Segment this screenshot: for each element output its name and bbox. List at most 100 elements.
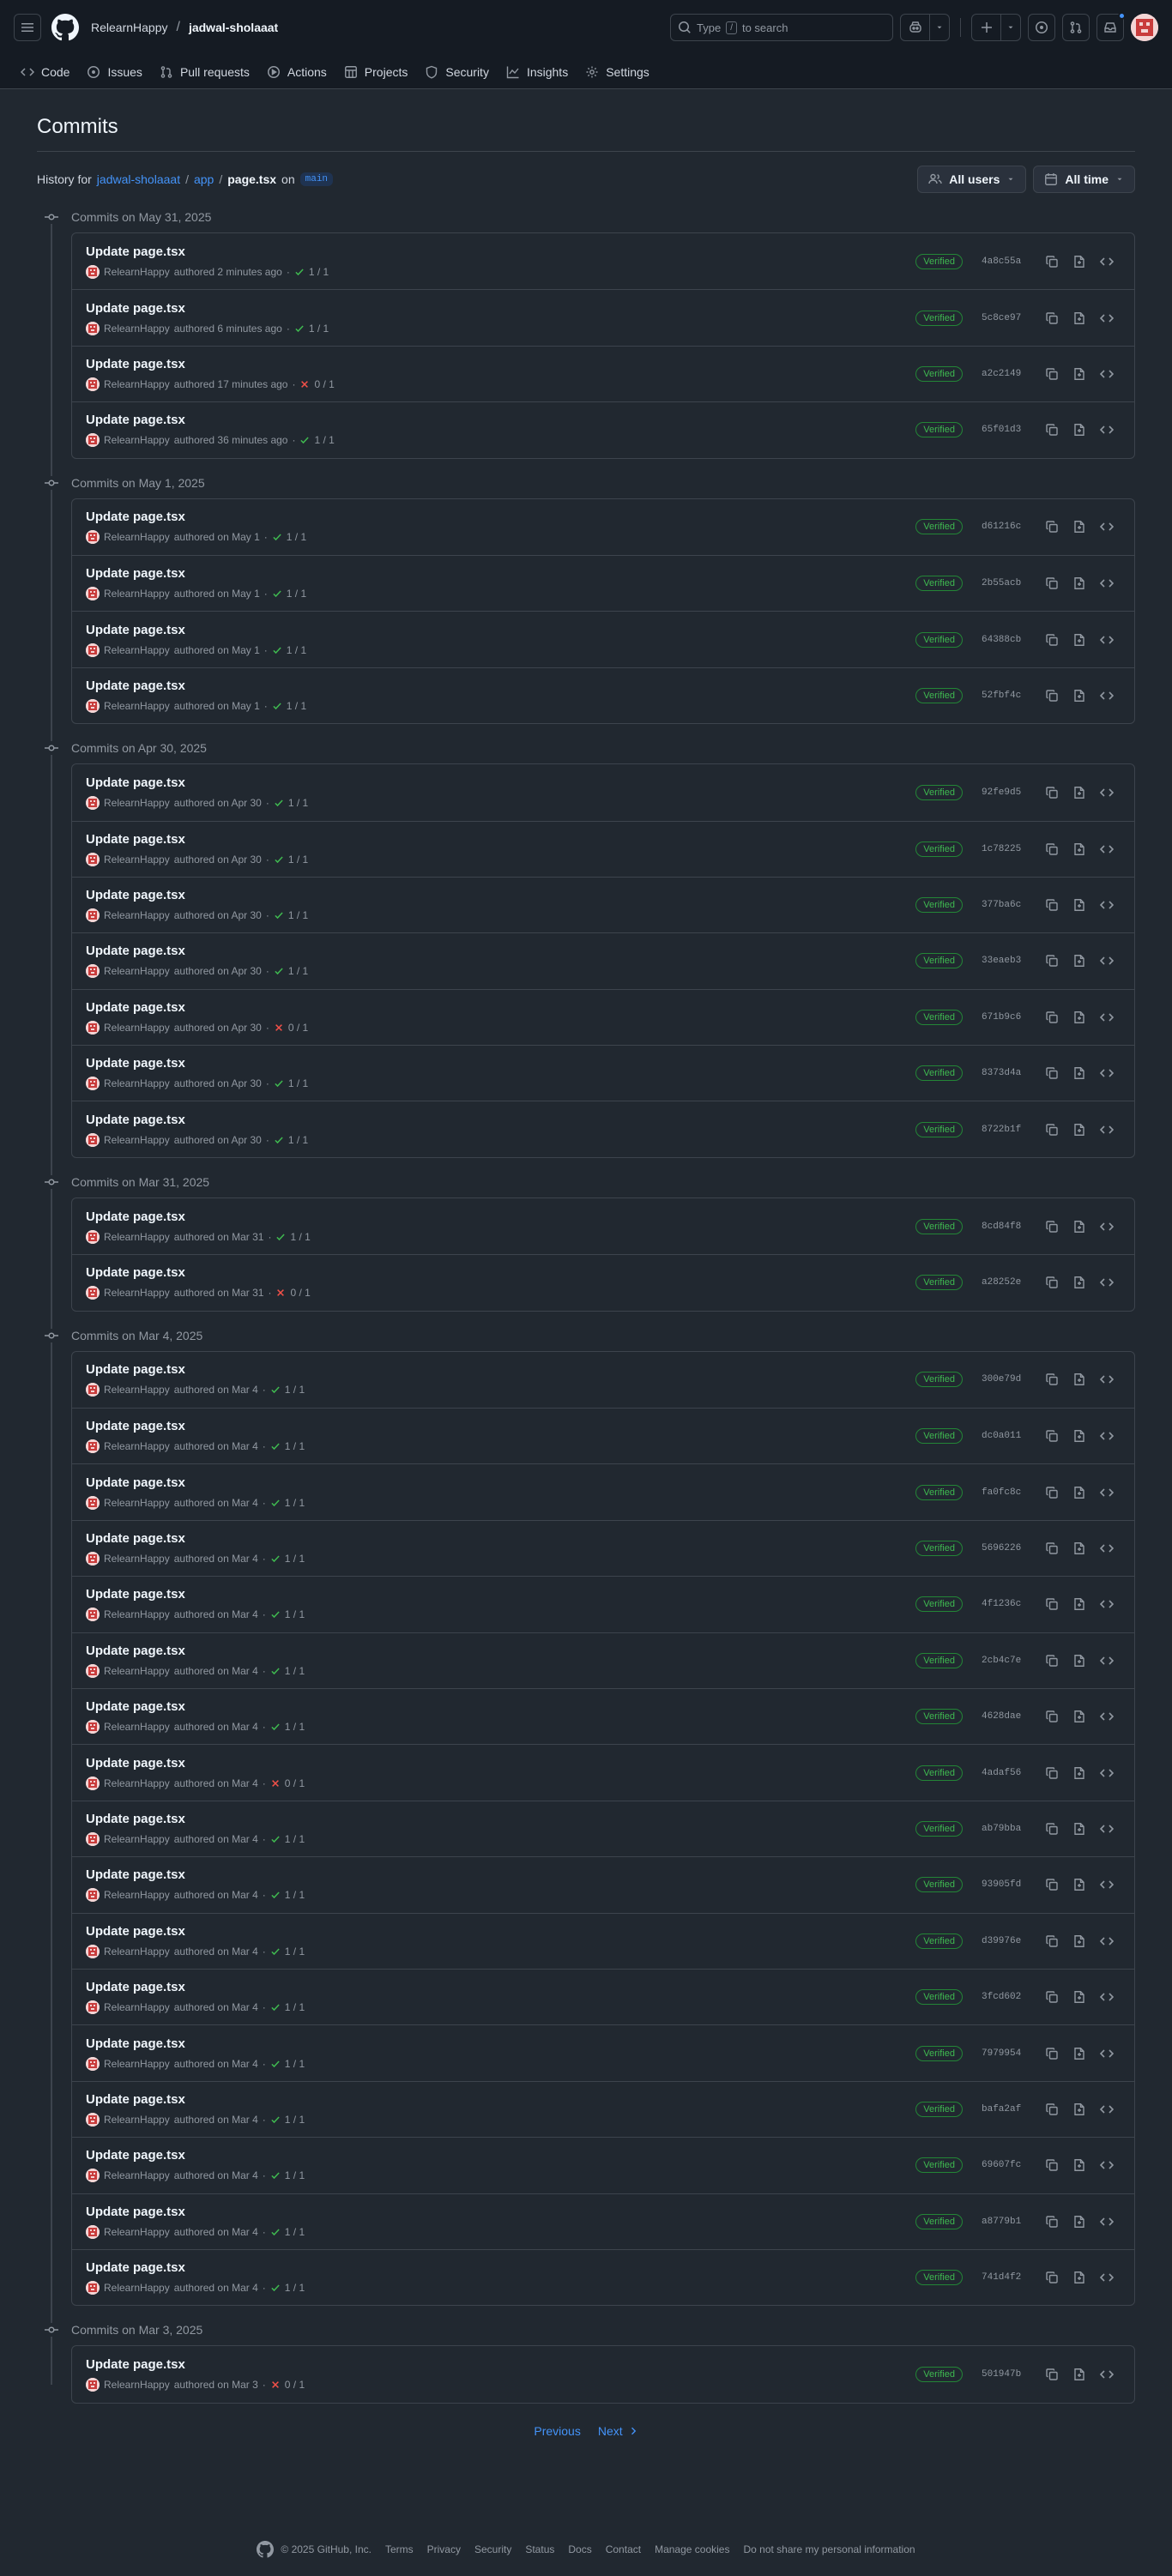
commit-author[interactable]: RelearnHappy	[104, 1440, 170, 1452]
copy-sha-button[interactable]	[1038, 1481, 1066, 1505]
commit-author[interactable]: RelearnHappy	[104, 531, 170, 543]
view-diff-button[interactable]	[1066, 1929, 1093, 1953]
copy-sha-button[interactable]	[1038, 418, 1066, 442]
checks-count[interactable]: 1 / 1	[287, 644, 306, 656]
commit-author[interactable]: RelearnHappy	[104, 854, 170, 866]
verified-badge[interactable]: Verified	[915, 1541, 963, 1556]
commit-sha-link[interactable]: 8722b1f	[982, 1125, 1026, 1135]
copy-sha-button[interactable]	[1038, 2362, 1066, 2386]
footer-link-status[interactable]: Status	[525, 2543, 554, 2555]
copy-sha-button[interactable]	[1038, 2210, 1066, 2234]
browse-repo-button[interactable]	[1093, 362, 1121, 386]
check-icon[interactable]	[272, 588, 282, 599]
commit-title[interactable]: Update page.tsx	[86, 1113, 915, 1127]
view-diff-button[interactable]	[1066, 1005, 1093, 1029]
verified-badge[interactable]: Verified	[915, 1065, 963, 1082]
verified-badge[interactable]: Verified	[915, 1933, 963, 1949]
avatar[interactable]	[86, 1077, 100, 1091]
copilot-button[interactable]	[900, 14, 950, 41]
browse-repo-button[interactable]	[1093, 1649, 1121, 1673]
commit-title[interactable]: Update page.tsx	[86, 1362, 915, 1377]
browse-repo-button[interactable]	[1093, 1005, 1121, 1029]
verified-badge[interactable]: Verified	[915, 953, 963, 969]
commit-author[interactable]: RelearnHappy	[104, 1833, 170, 1845]
commit-author[interactable]: RelearnHappy	[104, 909, 170, 921]
avatar[interactable]	[86, 2056, 100, 2071]
commit-author[interactable]: RelearnHappy	[104, 1553, 170, 1565]
view-diff-button[interactable]	[1066, 362, 1093, 386]
checks-count[interactable]: 1 / 1	[285, 2001, 305, 2013]
browse-repo-button[interactable]	[1093, 2042, 1121, 2066]
commit-title[interactable]: Update page.tsx	[86, 244, 915, 259]
issues-button[interactable]	[1028, 14, 1055, 41]
commit-title[interactable]: Update page.tsx	[86, 679, 915, 693]
browse-repo-button[interactable]	[1093, 1761, 1121, 1785]
commit-sha-link[interactable]: 377ba6c	[982, 900, 1026, 910]
all-users-filter-button[interactable]: All users	[917, 166, 1027, 193]
commit-author[interactable]: RelearnHappy	[104, 1777, 170, 1789]
browse-repo-button[interactable]	[1093, 1985, 1121, 2009]
avatar[interactable]	[86, 964, 100, 979]
view-diff-button[interactable]	[1066, 628, 1093, 652]
copy-sha-button[interactable]	[1038, 1817, 1066, 1841]
browse-repo-button[interactable]	[1093, 1270, 1121, 1294]
checks-count[interactable]: 1 / 1	[288, 965, 308, 977]
commit-author[interactable]: RelearnHappy	[104, 644, 170, 656]
verified-badge[interactable]: Verified	[915, 365, 963, 382]
commit-sha-link[interactable]: 5c8ce97	[982, 313, 1026, 323]
avatar[interactable]	[86, 587, 100, 601]
copy-sha-button[interactable]	[1038, 1649, 1066, 1673]
checks-count[interactable]: 1 / 1	[314, 434, 334, 446]
commit-title[interactable]: Update page.tsx	[86, 1531, 915, 1546]
browse-repo-button[interactable]	[1093, 2210, 1121, 2234]
avatar[interactable]	[86, 1229, 100, 1244]
browse-repo-button[interactable]	[1093, 1536, 1121, 1560]
checks-count[interactable]: 1 / 1	[285, 1721, 305, 1733]
checks-count[interactable]: 1 / 1	[309, 266, 329, 278]
checks-count[interactable]: 1 / 1	[288, 909, 308, 921]
view-diff-button[interactable]	[1066, 1704, 1093, 1728]
commit-title[interactable]: Update page.tsx	[86, 1475, 915, 1490]
commit-sha-link[interactable]: 2cb4c7e	[982, 1656, 1026, 1666]
commit-sha-link[interactable]: a2c2149	[982, 369, 1026, 379]
copy-sha-button[interactable]	[1038, 1118, 1066, 1142]
tab-code[interactable]: Code	[14, 58, 76, 86]
check-icon[interactable]	[272, 645, 282, 655]
view-diff-button[interactable]	[1066, 2362, 1093, 2386]
create-new-button[interactable]	[971, 14, 1021, 41]
browse-repo-button[interactable]	[1093, 1061, 1121, 1085]
copy-sha-button[interactable]	[1038, 2097, 1066, 2121]
view-diff-button[interactable]	[1066, 2042, 1093, 2066]
check-icon[interactable]	[270, 2114, 281, 2125]
check-icon[interactable]	[270, 1946, 281, 1957]
commit-author[interactable]: RelearnHappy	[104, 2282, 170, 2294]
copy-sha-button[interactable]	[1038, 362, 1066, 386]
browse-repo-button[interactable]	[1093, 1817, 1121, 1841]
commit-author[interactable]: RelearnHappy	[104, 2001, 170, 2013]
commit-sha-link[interactable]: bafa2af	[982, 2104, 1026, 2114]
check-icon[interactable]	[274, 910, 284, 920]
check-icon[interactable]	[299, 435, 310, 445]
avatar[interactable]	[86, 1944, 100, 1958]
commit-author[interactable]: RelearnHappy	[104, 2169, 170, 2181]
commit-sha-link[interactable]: 5696226	[982, 1543, 1026, 1553]
checks-count[interactable]: 1 / 1	[285, 1384, 305, 1396]
branch-badge[interactable]: main	[299, 172, 334, 186]
checks-count[interactable]: 1 / 1	[287, 700, 306, 712]
checks-count[interactable]: 1 / 1	[285, 1889, 305, 1901]
commit-title[interactable]: Update page.tsx	[86, 1056, 915, 1071]
commit-author[interactable]: RelearnHappy	[104, 700, 170, 712]
commit-sha-link[interactable]: 4628dae	[982, 1711, 1026, 1722]
check-icon[interactable]	[270, 2059, 281, 2069]
checks-count[interactable]: 1 / 1	[285, 2114, 305, 2126]
tab-issues[interactable]: Issues	[80, 58, 148, 86]
commit-author[interactable]: RelearnHappy	[104, 434, 170, 446]
commit-sha-link[interactable]: 7979954	[982, 2048, 1026, 2059]
tab-insights[interactable]: Insights	[499, 58, 575, 86]
verified-badge[interactable]: Verified	[915, 897, 963, 914]
check-icon[interactable]	[274, 1078, 284, 1089]
view-diff-button[interactable]	[1066, 837, 1093, 861]
avatar[interactable]	[86, 2169, 100, 2183]
check-icon[interactable]	[274, 1135, 284, 1145]
commit-sha-link[interactable]: a28252e	[982, 1277, 1026, 1288]
